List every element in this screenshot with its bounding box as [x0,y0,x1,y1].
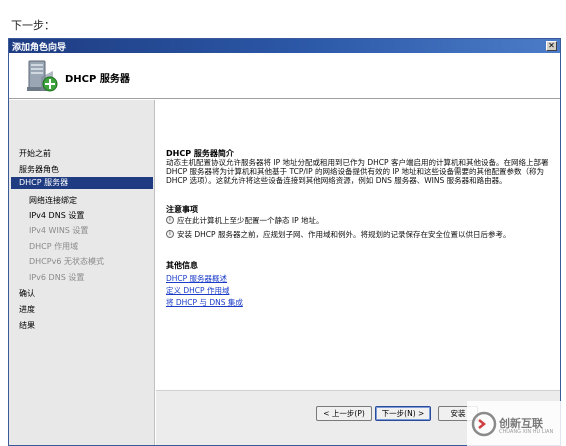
sidebar-item-progress[interactable]: 进度 [19,304,35,315]
sidebar-item-confirmation[interactable]: 确认 [19,288,35,299]
sidebar-item-network-binding[interactable]: 网络连接绑定 [29,195,77,206]
info-icon: i [166,230,174,238]
wizard-header: DHCP 服务器 [9,53,560,99]
add-roles-wizard-window: 添加角色向导 ✕ DHCP 服务器 开始之前 服务器角色 DHCP 服务器 网络… [8,38,561,446]
sidebar-item-ipv6-dns: IPv6 DNS 设置 [29,273,85,282]
sidebar-item-server-roles[interactable]: 服务器角色 [19,164,59,175]
note-text: 安装 DHCP 服务器之前，应规划子网、作用域和例外。将规划的记录保存在安全位置… [177,230,511,239]
link-define-scopes[interactable]: 定义 DHCP 作用域 [166,285,229,296]
window-title: 添加角色向导 [12,43,67,53]
watermark: 创新互联 CHUANG XIN HU LIAN [467,401,566,446]
page-title: DHCP 服务器 [65,74,130,85]
sidebar-item-ipv4-dns[interactable]: IPv4 DNS 设置 [29,210,84,221]
close-icon[interactable]: ✕ [546,41,557,51]
note-item: i 安装 DHCP 服务器之前，应规划子网、作用域和例外。将规划的记录保存在安全位… [166,230,551,239]
sidebar-item-dhcp-server[interactable]: DHCP 服务器 [11,177,153,189]
step-caption: 下一步： [11,19,55,32]
sidebar-item-dhcp-scopes: DHCP 作用域 [29,242,79,251]
next-button[interactable]: 下一步(N) > [375,406,431,421]
brand-logo-icon [471,411,497,437]
watermark-subtext: CHUANG XIN HU LIAN [499,429,554,435]
sidebar-item-ipv4-wins: IPv4 WINS 设置 [29,226,89,235]
link-dhcp-overview[interactable]: DHCP 服务器概述 [166,273,227,284]
info-icon: i [166,216,174,224]
wizard-sidebar: 开始之前 服务器角色 DHCP 服务器 网络连接绑定 IPv4 DNS 设置 I… [9,100,155,445]
dhcp-server-icon [27,60,58,92]
notes-heading: 注意事项 [166,205,198,214]
intro-text: 动态主机配置协议允许服务器将 IP 地址分配或租用到已作为 DHCP 客户端启用… [166,158,549,185]
note-item: i 应在此计算机上至少配置一个静态 IP 地址。 [166,216,551,225]
back-button[interactable]: < 上一步(P) [316,406,372,421]
sidebar-item-dhcpv6-stateless: DHCPv6 无状态模式 [29,257,104,266]
sidebar-item-before-you-begin[interactable]: 开始之前 [19,148,51,159]
more-info-heading: 其他信息 [166,261,198,270]
link-dhcp-dns-integration[interactable]: 将 DHCP 与 DNS 集成 [166,297,243,308]
note-text: 应在此计算机上至少配置一个静态 IP 地址。 [177,216,324,225]
title-bar[interactable]: 添加角色向导 ✕ [9,39,560,53]
sidebar-item-results[interactable]: 结果 [19,320,35,331]
